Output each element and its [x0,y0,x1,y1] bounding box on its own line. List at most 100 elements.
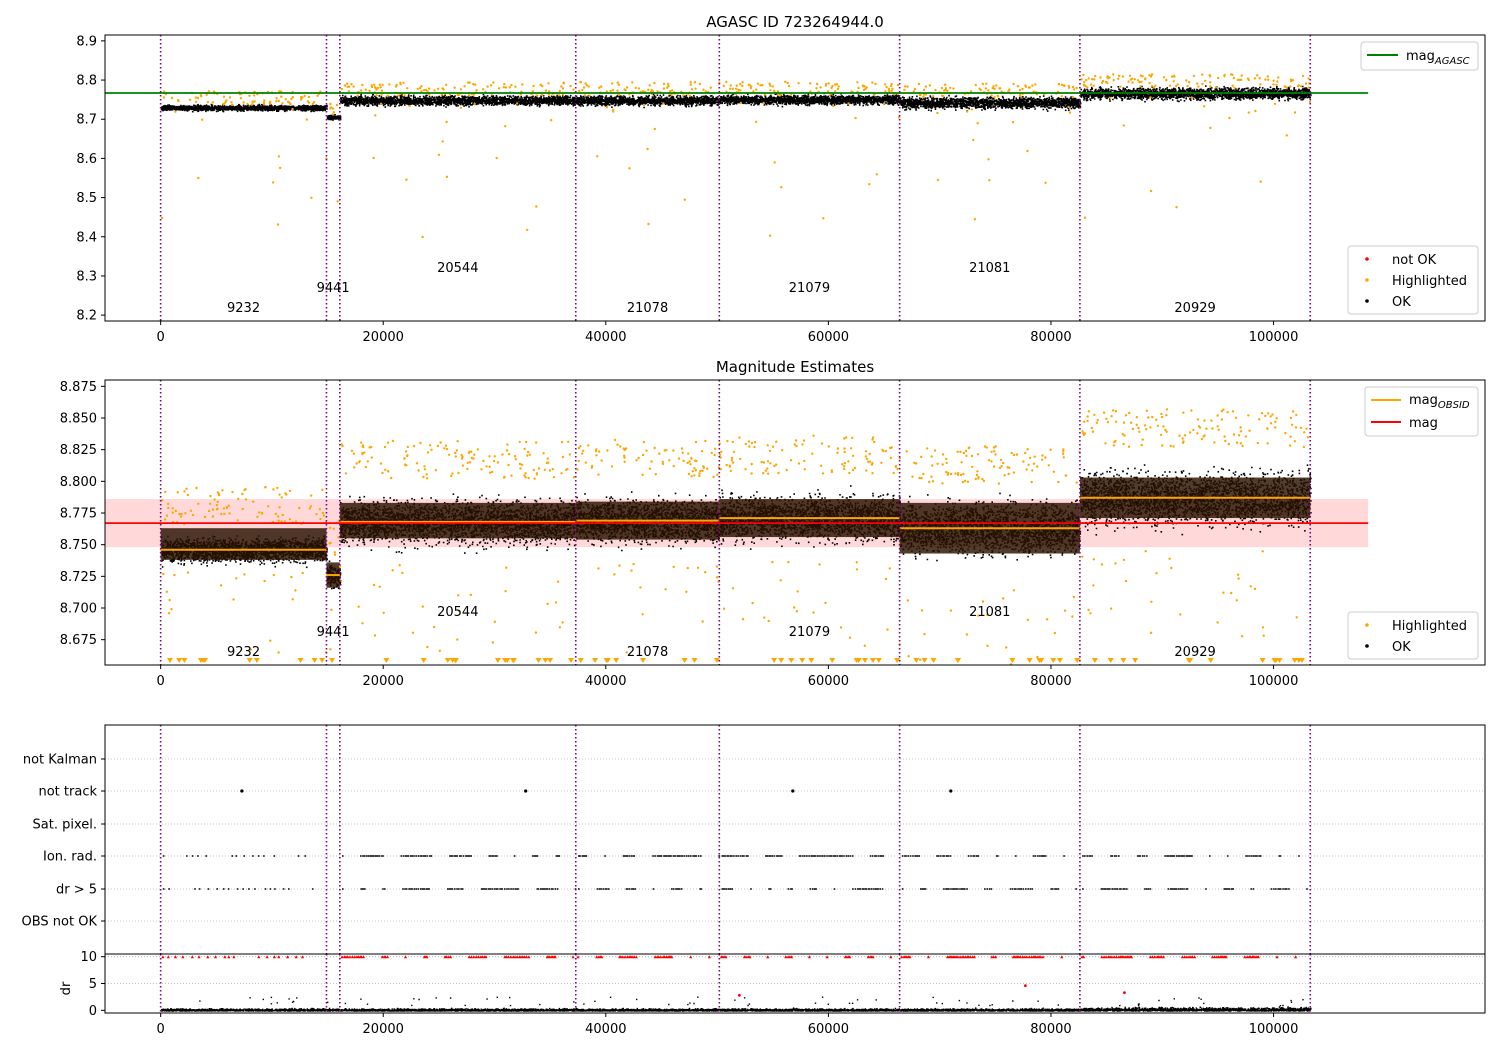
flag-category-label: OBS not OK [22,915,98,930]
agasc-legend-top: magAGASC [1360,41,1479,71]
dr-y-axis: 0 5 10 [80,950,105,1019]
ok-point-cloud [1080,85,1312,103]
x-tick-label: 20000 [363,1022,404,1037]
y-tick-label: 0 [89,1004,97,1019]
agasc-y-axis: 8.2 8.3 8.4 8.5 8.6 8.7 8.8 8.9 [76,34,105,324]
obsid-label: 9232 [227,301,260,316]
dr-outlier-point [1023,984,1027,988]
x-tick-label: 0 [157,1022,165,1037]
obsid-label: 20544 [437,261,478,276]
estimates-points [105,408,1369,665]
flag-category-label: not track [38,785,97,800]
estimates-legend-bottom: Highlighted OK [1347,611,1479,660]
y-tick-label: 8.700 [60,602,97,617]
legend-marker-highlighted [1365,623,1369,627]
agasc-x-axis: 0 20000 40000 60000 80000 100000 [157,321,1298,345]
estimates-legend-top: magOBSIDmag [1364,386,1479,437]
obsid-label: 21079 [789,281,830,296]
y-tick-label: 8.850 [60,412,97,427]
ok-point-cloud [899,94,1082,112]
obsid-box [160,528,327,560]
x-tick-label: 60000 [808,1022,849,1037]
obsid-label: 21081 [969,605,1010,620]
y-tick-label: 8.4 [76,230,97,245]
legend-label-ok: OK [1392,295,1411,310]
estimates-x-axis: 0 20000 40000 60000 80000 100000 [157,665,1299,689]
y-tick-label: 8.3 [76,269,97,284]
y-tick-label: 8.9 [76,34,97,49]
obsid-label: 21078 [627,645,668,660]
obsid-label: 20544 [437,605,478,620]
flag-category-label: not Kalman [23,753,97,768]
y-tick-label: 8.2 [76,309,97,324]
obsid-box [339,502,576,539]
legend-marker-highlighted [1365,278,1369,282]
obsid-label: 9441 [317,625,350,640]
y-tick-label: 10 [80,950,97,965]
legend-label-mag: mag [1409,416,1438,431]
estimates-y-axis: 8.675 8.700 8.725 8.750 8.775 8.800 8.825 8.850… [60,380,105,648]
x-tick-label: 20000 [363,674,404,689]
obsid-label: 21081 [969,261,1010,276]
y-tick-label: 8.675 [60,633,97,648]
legend-label-not_ok: not OK [1392,253,1437,268]
obsid-label: 20929 [1174,301,1215,316]
flag-category-label: Ion. rad. [43,850,97,865]
not-track-point [240,789,244,793]
legend-marker-not_ok [1365,257,1369,261]
y-tick-label: 8.875 [60,380,97,395]
x-tick-label: 0 [157,674,165,689]
dr-ylabel: dr [59,981,74,995]
not-track-point [791,789,795,793]
dr-ok-points [160,996,1312,1012]
x-tick-label: 100000 [1249,674,1299,689]
y-tick-label: 8.725 [60,570,97,585]
chart-title-estimates: Magnitude Estimates [716,358,874,376]
figure: AGASC ID 723264944.0 9232 9441 20544 21078 21… [22,13,1486,1037]
below-range-markers [383,658,574,663]
below-range-markers [771,658,901,663]
legend-label-highlighted: Highlighted [1392,619,1467,634]
y-tick-label: 8.750 [60,538,97,553]
dr-points [105,955,1485,1012]
x-tick-label: 80000 [1030,674,1071,689]
legend-label-ok: OK [1392,640,1411,655]
legend-mag-main: mag [1409,393,1438,408]
legend-label-highlighted: Highlighted [1392,274,1467,289]
agasc-points [105,73,1369,239]
x-tick-label: 80000 [1030,330,1071,345]
y-tick-label: 8.825 [60,443,97,458]
estimates-obsid-labels: 9232 9441 20544 21078 21079 21081 20929 [227,605,1216,660]
obsid-label: 21079 [789,625,830,640]
below-range-markers [913,658,1081,663]
agasc-legend-bottom: not OK Highlighted OK [1347,245,1479,315]
y-tick-label: 8.7 [76,113,97,128]
y-tick-label: 8.800 [60,475,97,490]
dr-outlier-point [737,993,741,997]
x-tick-label: 20000 [363,330,404,345]
x-tick-label: 40000 [585,1022,626,1037]
not-track-point [949,789,953,793]
x-tick-label: 60000 [808,674,849,689]
x-tick-label: 60000 [808,330,849,345]
legend-mag-sub: OBSID [1438,400,1470,411]
agasc-obsid-boundaries [159,35,1312,321]
chart-title-agasc: AGASC ID 723264944.0 [706,13,884,31]
ok-point-cloud [160,103,328,113]
y-tick-label: 5 [89,977,97,992]
y-tick-label: 8.8 [76,74,97,89]
dr-x-axis: 0 20000 40000 60000 80000 100000 [157,1013,1299,1037]
obsid-label: 21078 [627,301,668,316]
x-tick-label: 80000 [1030,1022,1071,1037]
obsid-label: 9441 [317,281,350,296]
not-track-point [524,789,528,793]
x-tick-label: 100000 [1249,1022,1299,1037]
legend-marker-ok [1365,299,1369,303]
x-tick-label: 40000 [585,330,626,345]
flag-category-label: dr > 5 [56,883,97,898]
agasc-obsid-labels: 9232 9441 20544 21078 21079 21081 20929 [227,261,1216,316]
y-tick-label: 8.5 [76,191,97,206]
flags-points [162,789,1308,890]
x-tick-label: 0 [157,330,165,345]
ok-point-cloud [575,93,721,109]
